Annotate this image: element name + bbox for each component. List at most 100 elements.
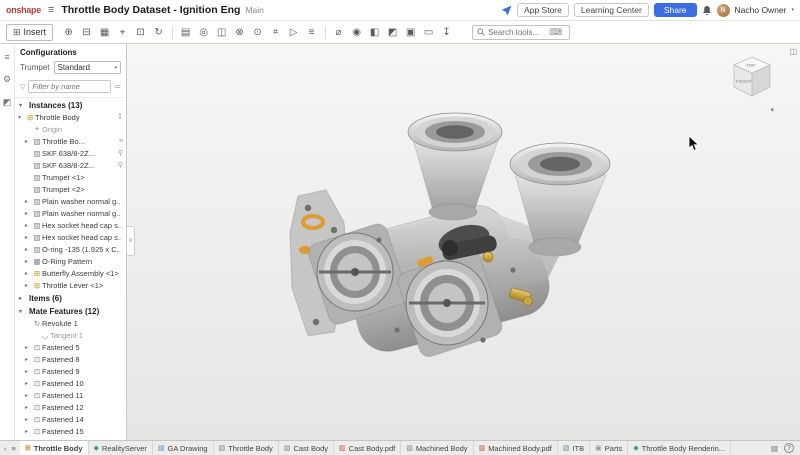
display-states-icon[interactable]: ▣ xyxy=(402,24,419,41)
measure-icon[interactable]: ⌀ xyxy=(330,24,347,41)
expand-arrow-icon[interactable]: ▸ xyxy=(25,270,32,277)
expand-arrow-icon[interactable]: ▸ xyxy=(25,440,32,441)
paper-plane-icon[interactable] xyxy=(501,5,512,16)
expand-arrow-icon[interactable]: ▸ xyxy=(25,380,32,387)
panel-collapse-handle[interactable]: ≡ xyxy=(127,226,135,256)
avatar[interactable]: N xyxy=(717,4,730,17)
instance-row[interactable]: ▧ Trumpet <2> xyxy=(15,183,126,195)
fastened-mate-icon[interactable]: ⊡ xyxy=(132,24,149,41)
config-value-select[interactable]: Standard ▾ xyxy=(54,61,122,74)
filter-by-name-input[interactable] xyxy=(28,80,111,93)
learning-center-button[interactable]: Learning Center xyxy=(574,3,649,18)
expand-arrow-icon[interactable]: ▸ xyxy=(25,198,32,205)
section-view-icon[interactable]: ◧ xyxy=(366,24,383,41)
named-positions-icon[interactable]: ⌗ xyxy=(267,24,284,41)
expand-arrow-icon[interactable]: ▸ xyxy=(25,258,32,265)
row-badge-icon[interactable]: ≡ xyxy=(117,138,123,145)
collapse-right-panel-icon[interactable]: ◫ xyxy=(789,47,797,56)
mate-feature-row[interactable]: ▸ ⊡ Fastened 9 xyxy=(15,365,126,377)
branch-label[interactable]: Main xyxy=(245,5,263,15)
row-badge-icon[interactable]: ↧ xyxy=(115,113,123,121)
tab-menu-icon[interactable]: ≡ xyxy=(12,444,16,453)
mate-connector-icon[interactable]: ⌖ xyxy=(114,24,131,41)
configurations-panel-icon[interactable]: ⚙ xyxy=(3,74,11,85)
circular-pattern-icon[interactable]: ◎ xyxy=(195,24,212,41)
app-store-button[interactable]: App Store xyxy=(517,3,569,18)
graphics-viewport[interactable]: TOP FRONT ◫ ▾ ≡ xyxy=(127,44,800,440)
instance-row[interactable]: ▸ ▧ O-ring -135 (1.925 x C... xyxy=(15,243,126,255)
instance-row[interactable]: ▧ SKF 638/8-2Z... ⚲ xyxy=(15,159,126,171)
replicate-icon[interactable]: ▦ xyxy=(96,24,113,41)
mate-feature-row[interactable]: ▸ ⊡ Fastened 10 xyxy=(15,377,126,389)
model-throttle-body[interactable] xyxy=(127,44,800,440)
document-tab[interactable]: ▧ ITB xyxy=(558,441,590,455)
revolute-mate-icon[interactable]: ↻ xyxy=(150,24,167,41)
mate-feature-row[interactable]: ▸ ⊡ Fastened 8 xyxy=(15,353,126,365)
view-cube[interactable]: TOP FRONT xyxy=(726,52,778,104)
expand-arrow-icon[interactable]: ▸ xyxy=(25,428,32,435)
mate-icon[interactable]: ⊕ xyxy=(60,24,77,41)
mate-feature-row[interactable]: ▸ ⊡ Fastened 12 xyxy=(15,401,126,413)
mate-feature-row[interactable]: ▸ ⊡ Fastened 15 xyxy=(15,425,126,437)
mirror-icon[interactable]: ◫ xyxy=(213,24,230,41)
notifications-bell-icon[interactable] xyxy=(702,5,712,16)
appearance-panel-icon[interactable]: ◩ xyxy=(3,97,12,108)
instances-section-header[interactable]: ▾ Instances (13) xyxy=(15,98,126,111)
expand-arrow-icon[interactable]: ▸ xyxy=(25,344,32,351)
export-icon[interactable]: ↧ xyxy=(438,24,455,41)
instance-row[interactable]: ▧ Trumpet <1> xyxy=(15,171,126,183)
search-tools-box[interactable]: ⌨ xyxy=(472,25,570,40)
mate-features-section-header[interactable]: ▾ Mate Features (12) xyxy=(15,304,126,317)
help-icon[interactable]: ? xyxy=(784,443,794,453)
mate-feature-row[interactable]: ↻ Revolute 1 xyxy=(15,317,126,329)
linear-pattern-icon[interactable]: ▤ xyxy=(177,24,194,41)
mate-feature-row[interactable]: ▸ ⊡ Fastened 5 xyxy=(15,341,126,353)
document-tab[interactable]: ◆ RealityServer xyxy=(89,441,153,455)
expand-arrow-icon[interactable]: ▸ xyxy=(25,392,32,399)
items-section-header[interactable]: ▸ Items (6) xyxy=(15,291,126,304)
main-menu-icon[interactable]: ≡ xyxy=(48,4,54,16)
document-tab[interactable]: ▧ Throttle Body xyxy=(214,441,279,455)
document-tab[interactable]: ▧ Machined Body xyxy=(401,441,473,455)
appearance-icon[interactable]: ◩ xyxy=(384,24,401,41)
snapshot-icon[interactable]: ⊙ xyxy=(249,24,266,41)
expand-arrow-icon[interactable]: ▸ xyxy=(25,234,32,241)
mate-feature-row[interactable]: ▸ ⊡ Fastened 14 xyxy=(15,413,126,425)
document-tab[interactable]: ▥ Cast Body.pdf xyxy=(334,441,401,455)
row-badge-icon[interactable]: ⚲ xyxy=(116,149,123,157)
comment-icon[interactable]: ▭ xyxy=(420,24,437,41)
expand-arrow-icon[interactable]: ▸ xyxy=(25,416,32,423)
instance-row[interactable]: ▸ ▦ O-Ring Pattern xyxy=(15,255,126,267)
expand-arrow-icon[interactable]: ▸ xyxy=(25,210,32,217)
instance-row[interactable]: ⌖ Origin xyxy=(15,123,126,135)
search-tools-input[interactable] xyxy=(488,28,546,37)
user-name[interactable]: Nacho Owner xyxy=(735,5,787,15)
bom-icon[interactable]: ≡ xyxy=(303,24,320,41)
tab-manager-icon[interactable]: ▤ xyxy=(771,444,778,453)
instance-row[interactable]: ▸ ▧ Hex socket head cap s... xyxy=(15,219,126,231)
view-options-icon[interactable]: ▾ xyxy=(770,106,774,114)
document-tab[interactable]: ▤ GA Drawing xyxy=(153,441,214,455)
cube-top-label[interactable]: TOP xyxy=(746,63,755,68)
user-menu-chevron-icon[interactable]: ▾ xyxy=(791,7,794,13)
instance-row[interactable]: ▸ ⊞ Throttle Lever <1> xyxy=(15,279,126,291)
mate-feature-row[interactable]: ▸ ⊡ Fastened 11 xyxy=(15,389,126,401)
expand-arrow-icon[interactable]: ▸ xyxy=(25,138,32,145)
instance-row[interactable]: ▸ ▧ Plain washer normal g... xyxy=(15,207,126,219)
interference-icon[interactable]: ◉ xyxy=(348,24,365,41)
group-icon[interactable]: ⊟ xyxy=(78,24,95,41)
list-view-icon[interactable]: ≔ xyxy=(114,83,121,91)
expand-arrow-icon[interactable]: ▸ xyxy=(25,282,32,289)
model-trumpet-rear[interactable] xyxy=(408,113,502,220)
document-title[interactable]: Throttle Body Dataset - Ignition Eng xyxy=(61,4,240,16)
animate-icon[interactable]: ▷ xyxy=(285,24,302,41)
instance-row[interactable]: ▸ ⊞ Butterfly Assembly <1> xyxy=(15,267,126,279)
expand-arrow-icon[interactable]: ▸ xyxy=(25,246,32,253)
document-tab[interactable]: ⊞ Throttle Body xyxy=(20,441,89,455)
instance-row[interactable]: ▾ ⊞ Throttle Body ↧ xyxy=(15,111,126,123)
instance-row[interactable]: ▧ SKF 638/8-2Z... ⚲ xyxy=(15,147,126,159)
instances-panel-icon[interactable]: ≡ xyxy=(4,52,9,62)
filter-funnel-icon[interactable]: ▽ xyxy=(20,83,25,91)
document-tab[interactable]: ▧ Cast Body xyxy=(279,441,334,455)
insert-button[interactable]: ⊞ Insert xyxy=(6,24,53,41)
